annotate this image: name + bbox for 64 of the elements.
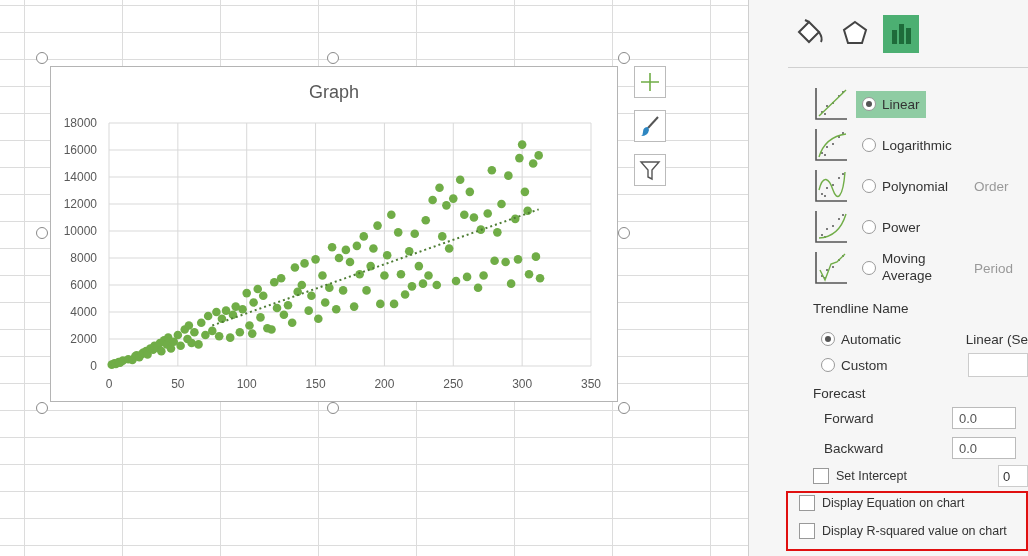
- name-option[interactable]: Automatic: [821, 331, 966, 347]
- y-axis-label: 12000: [63, 197, 97, 211]
- y-axis-label: 2000: [70, 332, 97, 346]
- name-option[interactable]: Custom: [821, 357, 969, 373]
- section-label: Trendline Name: [812, 300, 910, 316]
- resize-handle[interactable]: [327, 52, 339, 64]
- parameter-label: Order: [974, 178, 1009, 194]
- resize-handle[interactable]: [36, 52, 48, 64]
- checkbox[interactable]: [799, 495, 815, 511]
- custom-name-field[interactable]: [968, 353, 1028, 377]
- x-axis-label: 250: [443, 377, 464, 391]
- field-label: Backward: [824, 440, 885, 456]
- resize-handle[interactable]: [36, 402, 48, 414]
- y-axis-label: 18000: [63, 116, 97, 130]
- y-axis-label: 10000: [63, 224, 97, 238]
- trendline-type-option[interactable]: Linear: [856, 90, 926, 118]
- resize-handle[interactable]: [618, 402, 630, 414]
- brush-button[interactable]: [634, 110, 666, 142]
- trendline-name-text: Linear (Se: [965, 331, 1028, 347]
- trendline-type-option[interactable]: Moving Average: [856, 245, 961, 291]
- x-axis-label: 50: [171, 377, 185, 391]
- x-axis-label: 350: [581, 377, 601, 391]
- forecast-field[interactable]: 0.0: [952, 437, 1016, 459]
- trendline-type-option[interactable]: Polynomial: [856, 172, 961, 200]
- add-element-button[interactable]: [634, 66, 666, 98]
- resize-handle[interactable]: [327, 402, 339, 414]
- y-axis-label: 0: [90, 359, 97, 373]
- plus-icon: [640, 72, 660, 92]
- x-axis-label: 0: [105, 377, 113, 391]
- forecast-field[interactable]: 0.0: [952, 407, 1016, 429]
- y-axis-label: 4000: [70, 305, 97, 319]
- filter-icon: [639, 159, 661, 181]
- checkbox-label[interactable]: Display R-squared value on chart: [822, 524, 1007, 538]
- y-axis-label: 16000: [63, 143, 97, 157]
- field-label: Forward: [824, 410, 875, 426]
- trendline-type-icon: [813, 86, 849, 122]
- brush-icon: [639, 115, 661, 137]
- checkbox[interactable]: [799, 523, 815, 539]
- resize-handle[interactable]: [618, 227, 630, 239]
- trendline-type-icon: [813, 209, 849, 245]
- section-label: Forecast: [812, 385, 867, 401]
- x-axis-label: 150: [305, 377, 326, 391]
- resize-handle[interactable]: [36, 227, 48, 239]
- y-axis-label: 8000: [70, 251, 97, 265]
- trendline-type-icon: [813, 250, 849, 286]
- chart-area[interactable]: Graph 0 2000 4000 6000 8000 10000 12000 14000 16000 18000 0 50 100 150 200 250 300 350: [50, 66, 618, 402]
- checkbox-label[interactable]: Set Intercept: [836, 469, 907, 483]
- chart-title: Graph: [309, 82, 359, 102]
- trendline-type-icon: [813, 127, 849, 163]
- parameter-label: Period: [974, 260, 1014, 276]
- resize-handle[interactable]: [618, 52, 630, 64]
- x-axis-label: 300: [512, 377, 533, 391]
- trendline-type-option[interactable]: Power: [856, 213, 961, 241]
- x-axis-label: 200: [374, 377, 395, 391]
- trendline-type-option[interactable]: Logarithmic: [856, 131, 961, 159]
- checkbox[interactable]: [813, 468, 829, 484]
- bar-chart-icon[interactable]: [883, 15, 919, 53]
- x-axis-label: 100: [236, 377, 257, 391]
- filter-button[interactable]: [634, 154, 666, 186]
- checkbox-label[interactable]: Display Equation on chart: [822, 496, 965, 510]
- intercept-field[interactable]: 0: [998, 465, 1028, 487]
- y-axis-label: 14000: [63, 170, 97, 184]
- y-axis-label: 6000: [70, 278, 97, 292]
- trendline-type-icon: [813, 168, 849, 204]
